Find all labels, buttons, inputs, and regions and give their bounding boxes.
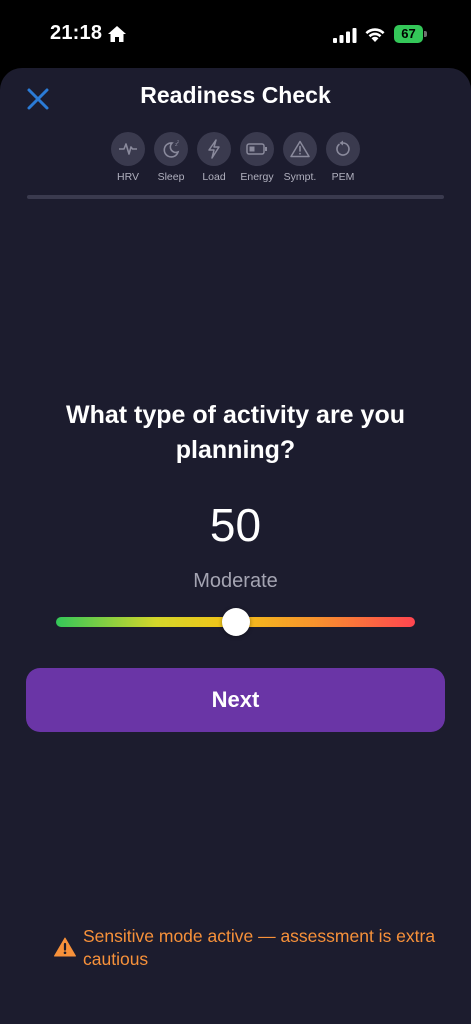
slider-thumb[interactable] <box>221 608 250 636</box>
battery-indicator: 67 <box>394 25 429 43</box>
wifi-icon <box>365 28 385 42</box>
lightning-icon <box>197 132 231 166</box>
step-label: PEM <box>331 171 355 183</box>
page-title: Readiness Check <box>140 82 331 108</box>
step-progress-bar <box>27 195 444 199</box>
step-indicator: HRV z z Sleep Load Energy Sympt. PEM <box>108 132 364 184</box>
home-icon <box>108 26 126 42</box>
heartbeat-icon <box>111 132 145 166</box>
readiness-sheet: Readiness Check HRV z z Sleep Load Energ… <box>0 68 471 1024</box>
status-bar: 21:18 67 <box>0 0 471 68</box>
step-pem: PEM <box>318 132 368 183</box>
battery-level: 67 <box>394 25 423 43</box>
warning-icon <box>54 937 76 957</box>
activity-level-label: Moderate <box>193 570 278 592</box>
status-time: 21:18 <box>50 22 103 44</box>
next-button[interactable]: Next <box>26 668 445 732</box>
moon-icon: z z <box>154 132 188 166</box>
battery-icon <box>240 132 274 166</box>
notice-text: Sensitive mode active — assessment is ex… <box>83 926 436 969</box>
svg-text:z: z <box>177 139 179 144</box>
activity-value: 50 <box>209 499 262 551</box>
warning-icon <box>283 132 317 166</box>
cellular-signal-icon <box>333 28 357 43</box>
activity-slider[interactable] <box>56 608 415 636</box>
refresh-icon <box>326 132 360 166</box>
battery-tip <box>424 31 427 37</box>
question-heading: What type of activity are you planning? <box>66 401 405 464</box>
